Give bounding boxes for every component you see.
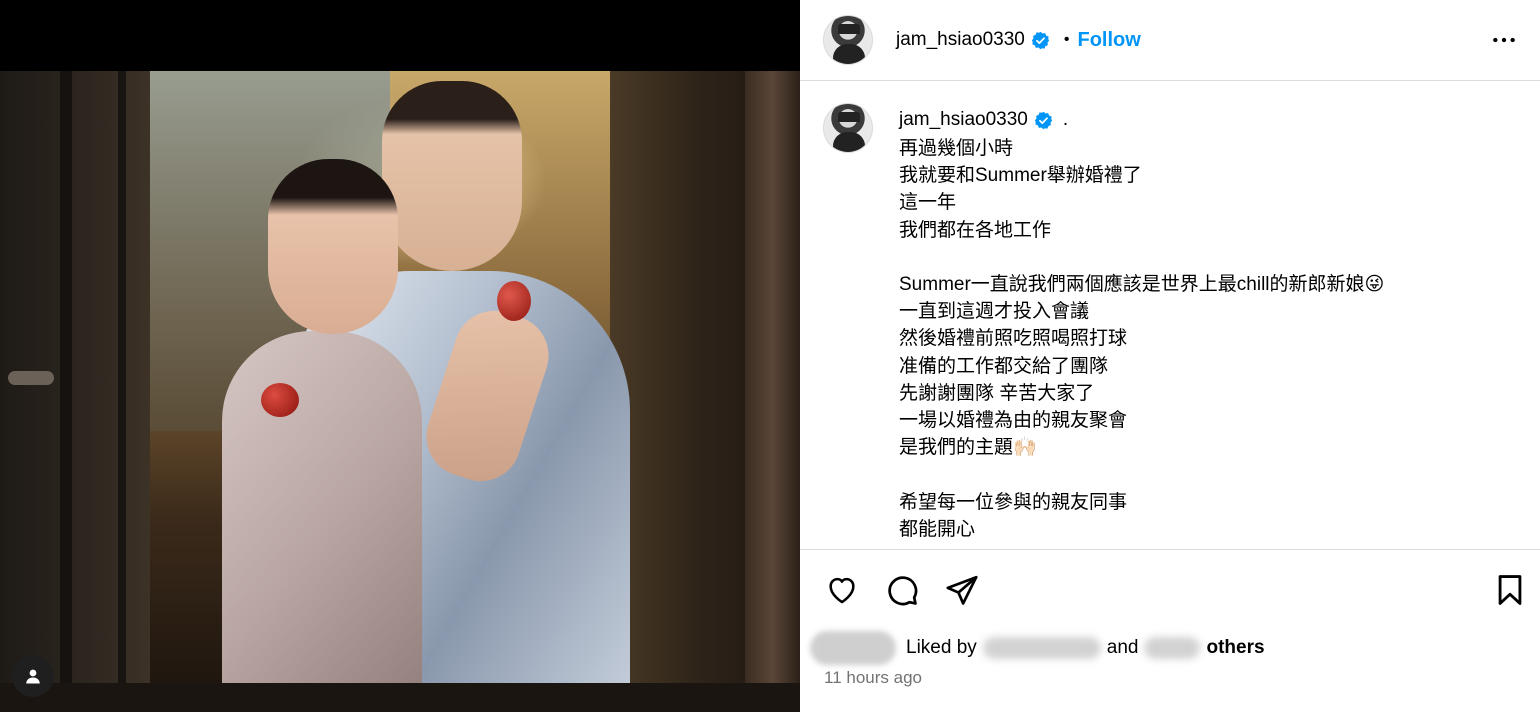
caption-header: jam_hsiao0330 .: [899, 109, 1068, 131]
post-media[interactable]: [0, 0, 800, 712]
photo-door-handle: [8, 371, 54, 385]
photo-door-frame-2: [118, 71, 126, 712]
post-header: jam_hsiao0330 • Follow: [800, 0, 1540, 81]
post-actions: Liked by and others 11 hours ago: [800, 549, 1540, 712]
liked-others-link[interactable]: others: [1206, 637, 1264, 659]
likes-summary[interactable]: Liked by and others: [810, 630, 1265, 666]
share-icon: [946, 575, 978, 605]
header-separator: •: [1063, 31, 1070, 48]
photo-groom-head: [382, 81, 522, 271]
photo-bg-door: [0, 71, 150, 712]
liker-avatars[interactable]: [810, 631, 896, 665]
photo-apple-2: [261, 383, 299, 417]
photo-bride-head: [268, 159, 398, 334]
heart-icon: [829, 577, 855, 604]
comment-button[interactable]: [884, 572, 920, 608]
user-tag-icon: [26, 669, 40, 684]
author-avatar[interactable]: [823, 15, 873, 65]
post-photo[interactable]: [0, 71, 800, 712]
verified-badge-icon: [1031, 31, 1050, 50]
caption-trailing-text: .: [1062, 109, 1069, 130]
liked-and: and: [1106, 637, 1139, 658]
follow-button[interactable]: Follow: [1077, 29, 1140, 52]
photo-bride-body: [222, 331, 422, 712]
tagged-users-button[interactable]: [12, 655, 54, 697]
caption-area: jam_hsiao0330 . 再過幾個小時 我就要和Summer舉辦婚禮了 這…: [800, 81, 1540, 549]
caption-author-avatar[interactable]: [823, 103, 873, 153]
liker-username-redacted[interactable]: [982, 637, 1101, 659]
caption-verified-badge-icon: [1034, 111, 1053, 130]
bookmark-icon: [1498, 575, 1522, 605]
like-button[interactable]: [824, 572, 860, 608]
post-timestamp[interactable]: 11 hours ago: [824, 668, 922, 688]
more-options-icon: [1493, 37, 1515, 43]
caption-text: 再過幾個小時 我就要和Summer舉辦婚禮了 這一年 我們都在各地工作 Summ…: [899, 138, 1385, 540]
photo-curtain: [745, 71, 800, 712]
author-username[interactable]: jam_hsiao0330: [896, 29, 1025, 51]
post-side-panel: jam_hsiao0330 • Follow jam_hsiao0330 . 再…: [800, 0, 1540, 712]
share-button[interactable]: [944, 572, 980, 608]
photo-floor: [0, 683, 800, 712]
more-options-button[interactable]: [1486, 22, 1522, 58]
photo-apple-1: [497, 281, 531, 321]
photo-door-frame: [60, 71, 72, 712]
liker-count-redacted[interactable]: [1144, 637, 1201, 659]
comment-icon: [888, 576, 918, 606]
save-button[interactable]: [1492, 572, 1528, 608]
liked-by-prefix: Liked by: [906, 637, 977, 658]
caption-username[interactable]: jam_hsiao0330: [899, 109, 1028, 131]
